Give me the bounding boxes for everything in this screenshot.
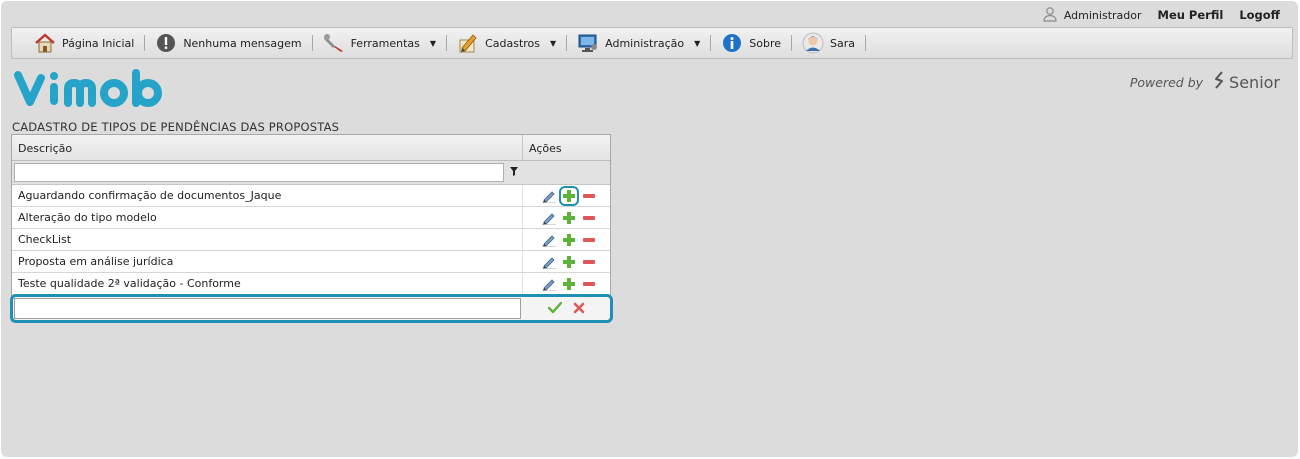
- viimob-logo: [14, 69, 170, 115]
- table-row: CheckList: [12, 229, 610, 251]
- edit-pencil-icon[interactable]: [541, 211, 556, 225]
- confirm-check-icon[interactable]: [547, 301, 562, 315]
- row-description: CheckList: [12, 229, 523, 250]
- logout-link[interactable]: Logoff: [1239, 8, 1280, 22]
- tools-icon: [323, 32, 345, 54]
- add-plus-icon[interactable]: [562, 255, 576, 269]
- add-plus-icon[interactable]: [562, 277, 576, 291]
- row-actions: [523, 211, 610, 225]
- row-actions: [523, 185, 610, 206]
- logo-graphic: [14, 69, 162, 107]
- user-name: Administrador: [1063, 8, 1142, 22]
- row-actions: [523, 255, 610, 269]
- menu-label: Sara: [830, 36, 856, 50]
- page-title: CADASTRO DE TIPOS DE PENDÊNCIAS DAS PROP…: [12, 120, 340, 134]
- admin-monitor-icon: [577, 32, 599, 54]
- table-row: Alteração do tipo modelo: [12, 207, 610, 229]
- menu-label: Ferramentas: [350, 36, 420, 50]
- menu-item-home[interactable]: Página Inicial: [24, 28, 144, 58]
- menu-item-registrations[interactable]: Cadastros ▼: [447, 28, 566, 58]
- filter-icon[interactable]: [510, 166, 518, 179]
- menu-label: Nenhuma mensagem: [183, 36, 302, 50]
- pending-types-grid: Descrição Ações Aguardando confirmação d…: [11, 134, 611, 322]
- remove-minus-icon[interactable]: [582, 277, 596, 291]
- alert-icon: [155, 32, 177, 54]
- row-description: Proposta em análise jurídica: [12, 251, 523, 272]
- edit-pencil-icon[interactable]: [541, 277, 556, 291]
- row-description: Alteração do tipo modelo: [12, 207, 523, 228]
- edit-pencil-icon[interactable]: [541, 189, 556, 203]
- add-plus-icon[interactable]: [562, 211, 576, 225]
- senior-brand: Senior: [1213, 70, 1280, 94]
- edit-pencil-icon[interactable]: [541, 255, 556, 269]
- remove-minus-icon[interactable]: [582, 255, 596, 269]
- table-row: Aguardando confirmação de documentos_Jaq…: [12, 185, 610, 207]
- senior-logo-icon: [1213, 70, 1225, 94]
- info-icon: [721, 32, 743, 54]
- profile-link[interactable]: Meu Perfil: [1158, 8, 1224, 22]
- pencil-docs-icon: [457, 32, 479, 54]
- chevron-down-icon: ▼: [694, 38, 701, 48]
- new-row-actions: [523, 301, 610, 315]
- edit-pencil-icon[interactable]: [541, 233, 556, 247]
- new-description-input[interactable]: [14, 297, 521, 319]
- menu-label: Sobre: [749, 36, 782, 50]
- senior-brand-name: Senior: [1229, 72, 1280, 92]
- table-row: Proposta em análise jurídica: [12, 251, 610, 273]
- remove-minus-icon[interactable]: [582, 189, 596, 203]
- description-filter-input[interactable]: [14, 163, 504, 182]
- row-actions: [523, 277, 610, 291]
- main-menu: Página Inicial Nenhuma mensagem Ferramen…: [11, 27, 1293, 59]
- menu-item-tools[interactable]: Ferramentas ▼: [313, 28, 446, 58]
- row-description: Aguardando confirmação de documentos_Jaq…: [12, 185, 523, 206]
- grid-filter-row: [12, 161, 610, 185]
- table-row: Teste qualidade 2ª validação - Conforme: [12, 273, 610, 295]
- menu-separator: [865, 35, 867, 51]
- menu-item-messages[interactable]: Nenhuma mensagem: [145, 28, 311, 58]
- cancel-x-icon[interactable]: [572, 301, 586, 315]
- home-icon: [34, 32, 56, 54]
- column-header-description[interactable]: Descrição: [12, 135, 523, 160]
- assistant-avatar-icon: [802, 32, 824, 54]
- remove-minus-icon[interactable]: [582, 211, 596, 225]
- new-row-editor: [12, 295, 610, 321]
- new-row-cell: [12, 297, 523, 319]
- user-bar: Administrador Meu Perfil Logoff: [1042, 6, 1280, 25]
- powered-by: Powered by Senior: [1130, 70, 1280, 94]
- chevron-down-icon: ▼: [429, 38, 437, 48]
- row-description: Teste qualidade 2ª validação - Conforme: [12, 273, 523, 294]
- chevron-down-icon: ▼: [550, 38, 557, 48]
- current-user: Administrador: [1042, 6, 1142, 25]
- remove-minus-icon[interactable]: [582, 233, 596, 247]
- menu-item-about[interactable]: Sobre: [711, 28, 791, 58]
- add-plus-icon[interactable]: [562, 233, 576, 247]
- column-header-actions: Ações: [529, 142, 562, 155]
- menu-item-sara[interactable]: Sara: [792, 28, 865, 58]
- user-icon: [1042, 6, 1058, 25]
- menu-label: Cadastros: [485, 36, 540, 50]
- powered-by-label: Powered by: [1129, 74, 1204, 90]
- menu-item-administration[interactable]: Administração ▼: [567, 28, 710, 58]
- row-actions: [523, 233, 610, 247]
- menu-label: Administração: [605, 36, 685, 50]
- add-plus-icon[interactable]: [558, 185, 579, 206]
- app-window: Administrador Meu Perfil Logoff Página I…: [1, 1, 1298, 457]
- grid-header: Descrição Ações: [12, 135, 610, 161]
- menu-label: Página Inicial: [62, 36, 135, 50]
